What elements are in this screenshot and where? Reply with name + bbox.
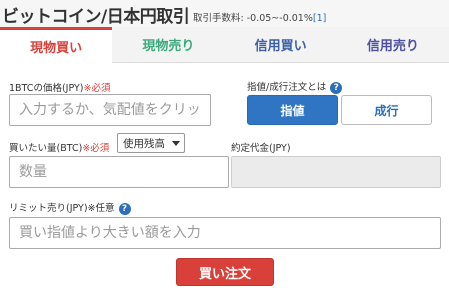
price-input[interactable] <box>9 94 211 126</box>
fee-label: 取引手数料: -0.05~-0.01% <box>193 13 313 24</box>
price-required-mark: ※必須 <box>83 83 111 94</box>
buy-order-button[interactable]: 買い注文 <box>176 258 274 286</box>
page-title: ビットコイン/日本円取引 <box>2 7 190 27</box>
limit-sell-label: リミット売り(JPY)※任意? <box>9 200 131 215</box>
amount-required-mark: ※必須 <box>82 143 110 154</box>
fee-info: 取引手数料: -0.05~-0.01%[1] <box>193 10 326 24</box>
market-order-button[interactable]: 成行 <box>341 95 432 125</box>
fee-footnote-link[interactable]: [1] <box>313 13 326 24</box>
order-type-label-text: 指値/成行注文とは <box>247 82 327 93</box>
trade-type-tabs: 現物買い 現物売り 信用買い 信用売り <box>0 27 449 63</box>
amount-label: 買いたい量(BTC)※必須 <box>9 140 109 154</box>
limit-sell-input[interactable] <box>9 217 441 249</box>
price-label: 1BTCの価格(JPY)※必須 <box>9 80 110 94</box>
limit-order-button[interactable]: 指値 <box>247 95 338 125</box>
tab-margin-sell[interactable]: 信用売り <box>337 27 449 62</box>
chevron-down-icon <box>172 141 180 146</box>
amount-input[interactable] <box>9 156 229 188</box>
tab-spot-buy[interactable]: 現物買い <box>0 27 113 63</box>
order-type-label: 指値/成行注文とは? <box>247 79 343 94</box>
limit-sell-label-text: リミット売り(JPY) <box>9 203 88 214</box>
order-type-help-icon[interactable]: ? <box>330 81 343 94</box>
tab-spot-sell[interactable]: 現物売り <box>112 27 224 62</box>
limit-sell-help-icon[interactable]: ? <box>118 202 131 215</box>
panel-header: ビットコイン/日本円取引 取引手数料: -0.05~-0.01%[1] <box>0 0 449 27</box>
price-label-text: 1BTCの価格(JPY) <box>9 83 84 94</box>
trade-panel: ビットコイン/日本円取引 取引手数料: -0.05~-0.01%[1] 現物買い… <box>0 0 449 294</box>
balance-select-value: 使用残高 <box>123 137 165 150</box>
estimate-label: 約定代金(JPY) <box>231 143 291 154</box>
balance-select[interactable]: 使用残高 <box>117 133 185 153</box>
amount-label-text: 買いたい量(BTC) <box>9 143 83 154</box>
limit-sell-optional-mark: ※任意 <box>87 203 115 214</box>
estimate-field <box>231 156 441 188</box>
tab-margin-buy[interactable]: 信用買い <box>225 27 337 62</box>
